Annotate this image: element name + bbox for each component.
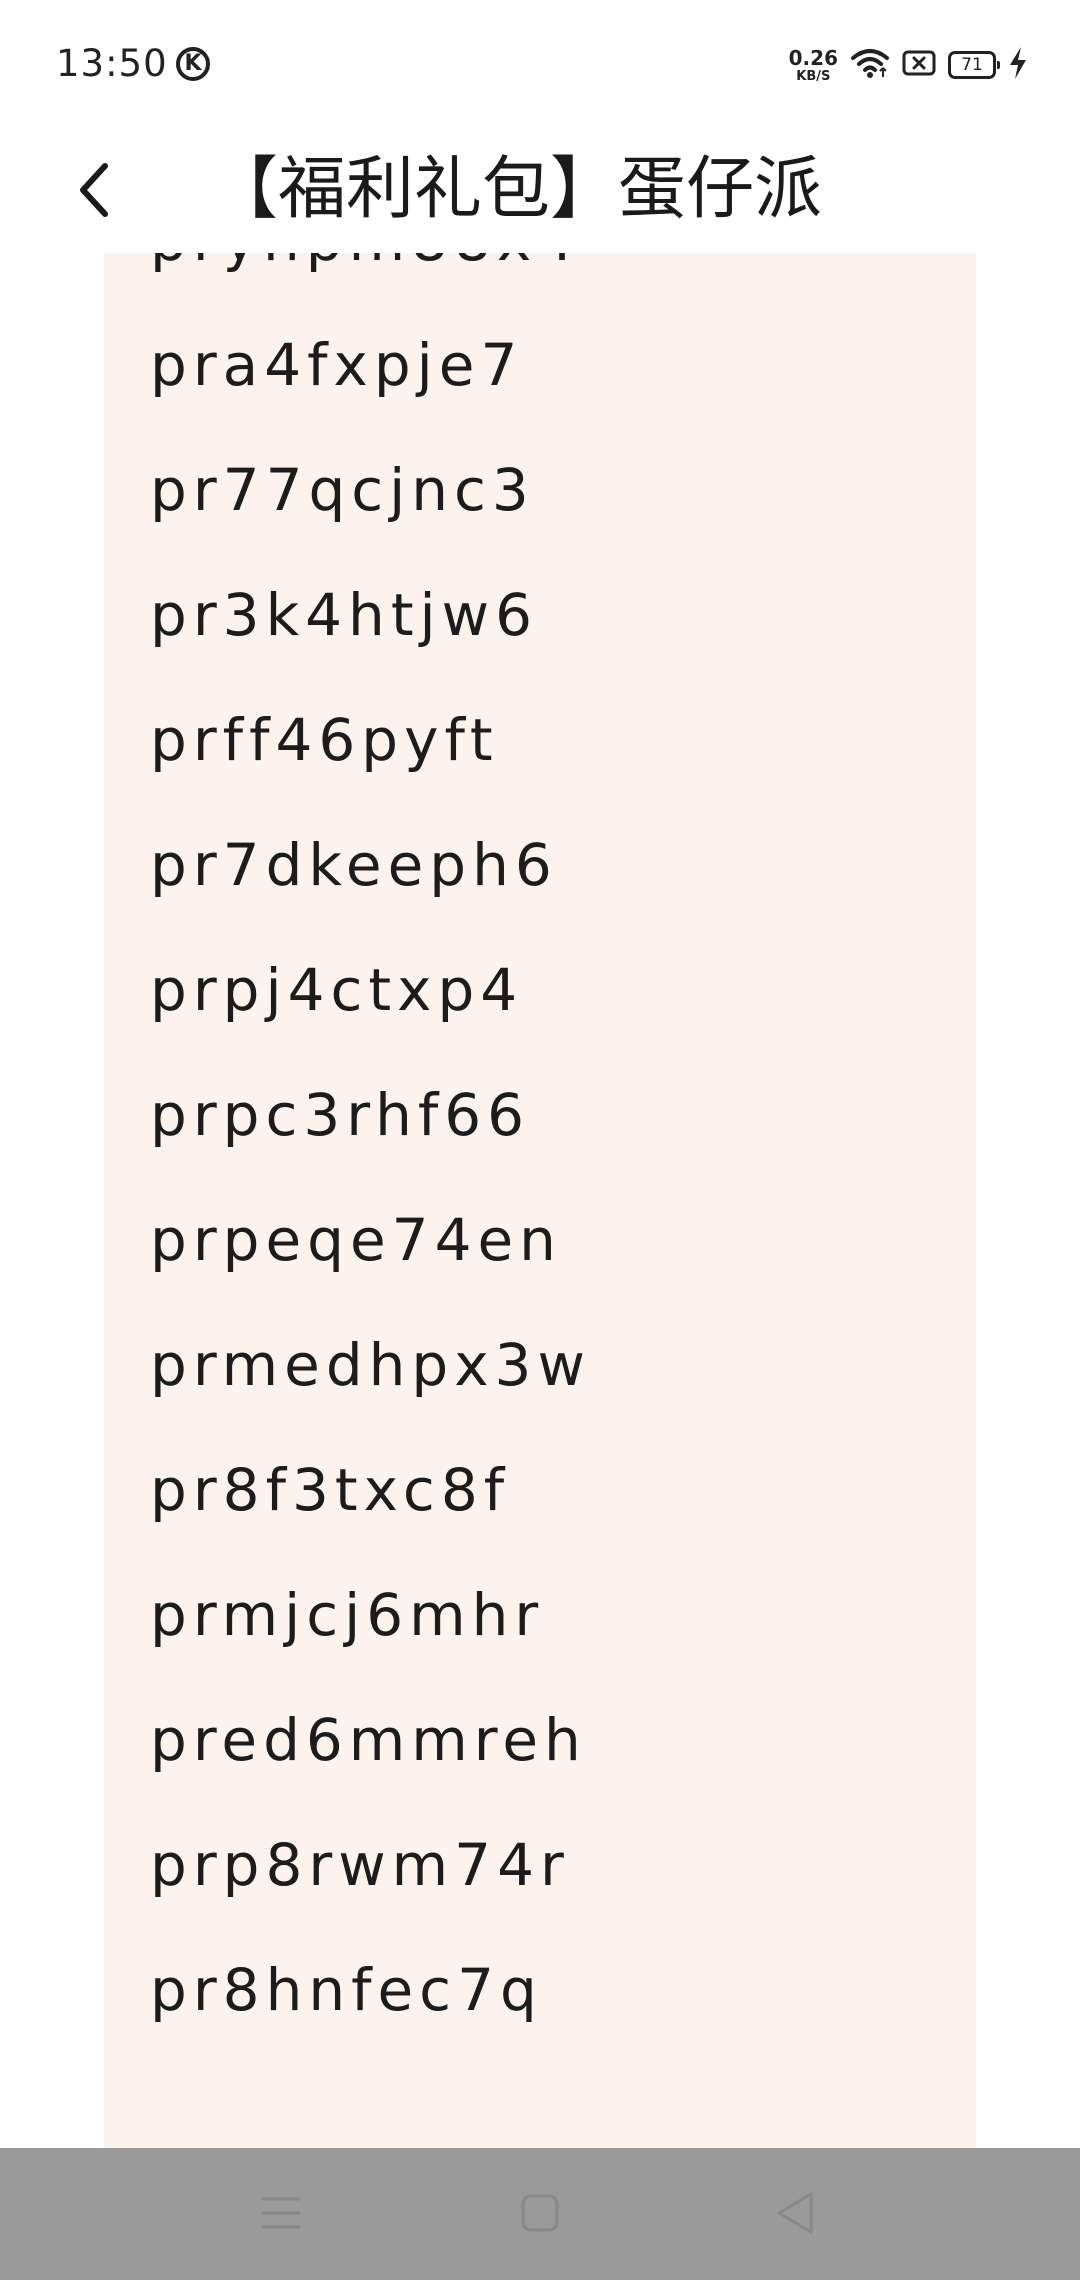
gift-code-item[interactable]: prpj4ctxp4 bbox=[150, 928, 591, 1053]
back-icon bbox=[777, 2192, 813, 2234]
network-speed-unit: KB/S bbox=[796, 68, 831, 84]
app-header: 【福利礼包】蛋仔派 bbox=[0, 130, 1080, 250]
page-title: 【福利礼包】蛋仔派 bbox=[210, 150, 823, 229]
menu-icon bbox=[261, 2197, 301, 2229]
gift-code-item[interactable]: pred6mmreh bbox=[150, 1678, 591, 1803]
battery-icon: 71 bbox=[948, 51, 1000, 79]
k-circle-icon: K bbox=[176, 47, 210, 81]
gift-code-item[interactable]: pryhpm88x4 bbox=[150, 253, 591, 303]
gift-code-item[interactable]: pr8hnfec7q bbox=[150, 1928, 591, 2053]
recent-apps-button[interactable] bbox=[246, 2178, 316, 2248]
back-button[interactable] bbox=[60, 150, 130, 230]
charging-bolt-icon bbox=[1008, 46, 1028, 84]
gift-code-item[interactable]: prp8rwm74r bbox=[150, 1803, 591, 1928]
nav-back-button[interactable] bbox=[760, 2178, 830, 2248]
gift-code-panel[interactable]: pryhpm88x4 pra4fxpje7 pr77qcjnc3 pr3k4ht… bbox=[104, 253, 976, 2148]
status-icons: 0.26 KB/S 71 bbox=[789, 40, 1028, 90]
wifi-icon bbox=[850, 46, 890, 84]
gift-code-item[interactable]: prpeqe74en bbox=[150, 1178, 591, 1303]
gift-code-item[interactable]: pr7dkeeph6 bbox=[150, 803, 591, 928]
sim-off-icon bbox=[902, 49, 936, 81]
status-time: 13:50 bbox=[56, 42, 168, 85]
system-nav-bar bbox=[0, 2148, 1080, 2280]
gift-code-item[interactable]: prff46pyft bbox=[150, 678, 591, 803]
back-arrow-icon bbox=[80, 163, 108, 217]
battery-level: 71 bbox=[961, 55, 983, 75]
status-bar: 13:50 K 0.26 KB/S 71 bbox=[0, 0, 1080, 130]
gift-code-item[interactable]: pr8f3txc8f bbox=[150, 1428, 591, 1553]
gift-code-item[interactable]: prmedhpx3w bbox=[150, 1303, 591, 1428]
gift-code-item[interactable]: pr77qcjnc3 bbox=[150, 428, 591, 553]
gift-code-item[interactable]: prpc3rhf66 bbox=[150, 1053, 591, 1178]
home-icon bbox=[521, 2194, 559, 2232]
gift-code-item[interactable]: pr3k4htjw6 bbox=[150, 553, 591, 678]
gift-code-item[interactable]: prmjcj6mhr bbox=[150, 1553, 591, 1678]
network-speed: 0.26 KB/S bbox=[789, 48, 838, 83]
gift-code-list: pryhpm88x4 pra4fxpje7 pr77qcjnc3 pr3k4ht… bbox=[150, 253, 591, 2053]
home-button[interactable] bbox=[505, 2178, 575, 2248]
gift-code-item[interactable]: pra4fxpje7 bbox=[150, 303, 591, 428]
network-speed-value: 0.26 bbox=[788, 45, 838, 70]
